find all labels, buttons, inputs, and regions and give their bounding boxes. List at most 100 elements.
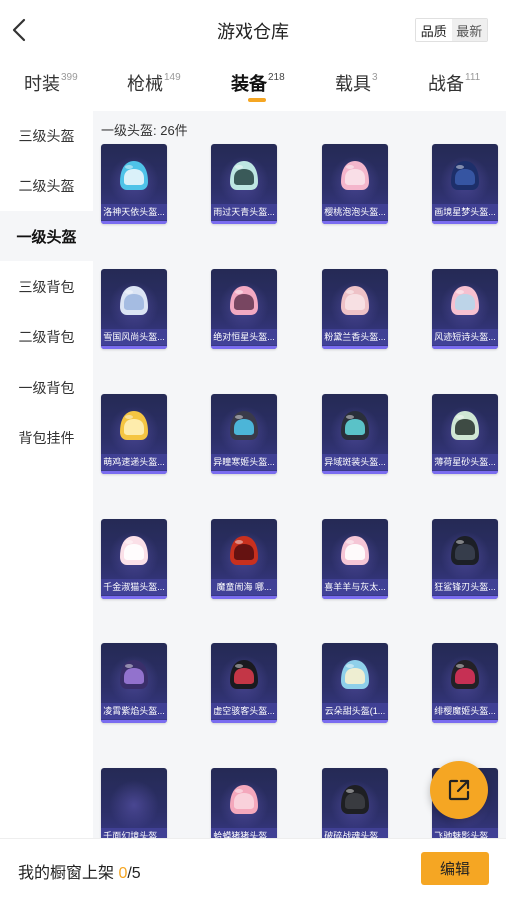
bottom-bar: 我的橱窗上架 0/5 编辑 bbox=[0, 838, 506, 897]
category-tabs: 时装399 枪械149 装备218 载具3 战备111 bbox=[0, 62, 506, 110]
helmet-icon bbox=[120, 411, 148, 440]
helmet-icon bbox=[451, 536, 479, 565]
helmet-icon bbox=[120, 536, 148, 565]
item-card[interactable]: 破碎战魂头盔... bbox=[322, 768, 388, 838]
share-button[interactable] bbox=[430, 761, 488, 819]
item-name: 飞驰魅影头盔... bbox=[432, 828, 498, 838]
card-glow bbox=[109, 780, 159, 830]
helmet-icon bbox=[341, 536, 369, 565]
item-name: 千金淑猫头盔... bbox=[101, 579, 167, 595]
showcase-shelf-status: 我的橱窗上架 0/5 bbox=[18, 859, 141, 883]
item-card[interactable]: 绝对恒星头盔... bbox=[211, 269, 277, 349]
helmet-icon bbox=[341, 411, 369, 440]
rarity-bar bbox=[211, 720, 277, 723]
sort-by-newest-button[interactable]: 最新 bbox=[451, 19, 487, 41]
rarity-bar bbox=[101, 596, 167, 599]
item-card[interactable]: 粉黛兰香头盔... bbox=[322, 269, 388, 349]
helmet-icon bbox=[120, 161, 148, 190]
sort-toggle[interactable]: 品质 最新 bbox=[415, 18, 488, 42]
item-name: 异瞳寒姬头盔... bbox=[211, 454, 277, 470]
tab-vehicles[interactable]: 载具3 bbox=[335, 70, 378, 96]
item-name: 樱桃泡泡头盔... bbox=[322, 204, 388, 220]
rarity-bar bbox=[211, 346, 277, 349]
helmet-icon bbox=[230, 411, 258, 440]
rarity-bar bbox=[432, 596, 498, 599]
item-card[interactable]: 洛神天依头盔... bbox=[101, 144, 167, 224]
item-card[interactable]: 喜羊羊与灰太... bbox=[322, 519, 388, 599]
item-card[interactable]: 千金淑猫头盔... bbox=[101, 519, 167, 599]
helmet-icon bbox=[120, 660, 148, 689]
rarity-bar bbox=[211, 221, 277, 224]
helmet-icon bbox=[341, 161, 369, 190]
item-card[interactable]: 云朵甜头盔(1... bbox=[322, 643, 388, 723]
rarity-bar bbox=[432, 221, 498, 224]
item-card[interactable]: 樱桃泡泡头盔... bbox=[322, 144, 388, 224]
tab-guns[interactable]: 枪械149 bbox=[127, 70, 181, 96]
item-name: 粉黛兰香头盔... bbox=[322, 329, 388, 345]
sidebar-item-backpack-charm[interactable]: 背包挂件 bbox=[0, 413, 93, 463]
rarity-bar bbox=[101, 471, 167, 474]
item-name: 魔童闹海 哪... bbox=[211, 579, 277, 595]
sidebar: 三级头盔 二级头盔 一级头盔 三级背包 二级背包 一级背包 背包挂件 bbox=[0, 111, 93, 838]
shelf-label: 我的橱窗上架 bbox=[18, 865, 119, 882]
item-card[interactable]: 风迹短诗头盔... bbox=[432, 269, 498, 349]
item-name: 洛神天依头盔... bbox=[101, 204, 167, 220]
tab-label: 装备 bbox=[231, 74, 267, 94]
tab-count: 399 bbox=[61, 72, 78, 83]
rarity-bar bbox=[322, 596, 388, 599]
item-name: 薄荷星砂头盔... bbox=[432, 454, 498, 470]
helmet-icon bbox=[230, 660, 258, 689]
tab-fashion[interactable]: 时装399 bbox=[24, 70, 78, 96]
item-card[interactable]: 异瞳寒姬头盔... bbox=[211, 394, 277, 474]
rarity-bar bbox=[322, 720, 388, 723]
item-card[interactable]: 萌鸡速递头盔... bbox=[101, 394, 167, 474]
item-card[interactable]: 狂鲨锋刃头盔... bbox=[432, 519, 498, 599]
helmet-icon bbox=[451, 660, 479, 689]
item-card[interactable]: 凌霄紫焰头盔... bbox=[101, 643, 167, 723]
item-name: 画境星梦头盔... bbox=[432, 204, 498, 220]
helmet-icon bbox=[341, 785, 369, 814]
item-card[interactable]: 异域斑装头盔... bbox=[322, 394, 388, 474]
item-card[interactable]: 雨过天青头盔... bbox=[211, 144, 277, 224]
item-card[interactable]: 魔童闹海 哪... bbox=[211, 519, 277, 599]
sidebar-item-level3-backpack[interactable]: 三级背包 bbox=[0, 262, 93, 312]
helmet-icon bbox=[230, 785, 258, 814]
tab-battle-supplies[interactable]: 战备111 bbox=[428, 70, 480, 96]
rarity-bar bbox=[101, 221, 167, 224]
rarity-bar bbox=[211, 471, 277, 474]
item-name: 雪国风尚头盔... bbox=[101, 329, 167, 345]
item-card[interactable]: 雪国风尚头盔... bbox=[101, 269, 167, 349]
item-name: 喜羊羊与灰太... bbox=[322, 579, 388, 595]
helmet-icon bbox=[451, 161, 479, 190]
item-name: 风迹短诗头盔... bbox=[432, 329, 498, 345]
rarity-bar bbox=[322, 221, 388, 224]
item-name: 虚空骇客头盔... bbox=[211, 703, 277, 719]
item-card[interactable]: 虚空骇客头盔... bbox=[211, 643, 277, 723]
rarity-bar bbox=[432, 346, 498, 349]
item-card[interactable]: 绯樱魔姬头盔... bbox=[432, 643, 498, 723]
shelf-total-count: /5 bbox=[127, 865, 141, 882]
item-count-label: 一级头盔: 26件 bbox=[101, 123, 188, 138]
sidebar-item-level1-helmet[interactable]: 一级头盔 bbox=[0, 211, 93, 261]
sidebar-item-level3-helmet[interactable]: 三级头盔 bbox=[0, 111, 93, 161]
item-name: 凌霄紫焰头盔... bbox=[101, 703, 167, 719]
item-card[interactable]: 千面幻境头盔... bbox=[101, 768, 167, 838]
item-card[interactable]: 薄荷星砂头盔... bbox=[432, 394, 498, 474]
rarity-bar bbox=[322, 471, 388, 474]
edit-button[interactable]: 编辑 bbox=[421, 852, 489, 885]
item-name: 萌鸡速递头盔... bbox=[101, 454, 167, 470]
sidebar-item-level1-backpack[interactable]: 一级背包 bbox=[0, 363, 93, 413]
sidebar-item-level2-helmet[interactable]: 二级头盔 bbox=[0, 161, 93, 211]
tab-equipment[interactable]: 装备218 bbox=[231, 70, 285, 96]
tab-label: 战备 bbox=[428, 74, 464, 94]
sort-by-quality-button[interactable]: 品质 bbox=[416, 19, 452, 41]
tab-label: 枪械 bbox=[127, 74, 163, 94]
item-name: 破碎战魂头盔... bbox=[322, 828, 388, 838]
item-card[interactable]: 画境星梦头盔... bbox=[432, 144, 498, 224]
rarity-bar bbox=[322, 346, 388, 349]
rarity-bar bbox=[432, 720, 498, 723]
rarity-bar bbox=[101, 346, 167, 349]
item-grid-area[interactable]: 一级头盔: 26件 洛神天依头盔... 雨过天青头盔... 樱桃泡泡头盔... 画境星… bbox=[93, 111, 506, 838]
sidebar-item-level2-backpack[interactable]: 二级背包 bbox=[0, 312, 93, 362]
item-card[interactable]: 蛤蟆猪猪头盔... bbox=[211, 768, 277, 838]
